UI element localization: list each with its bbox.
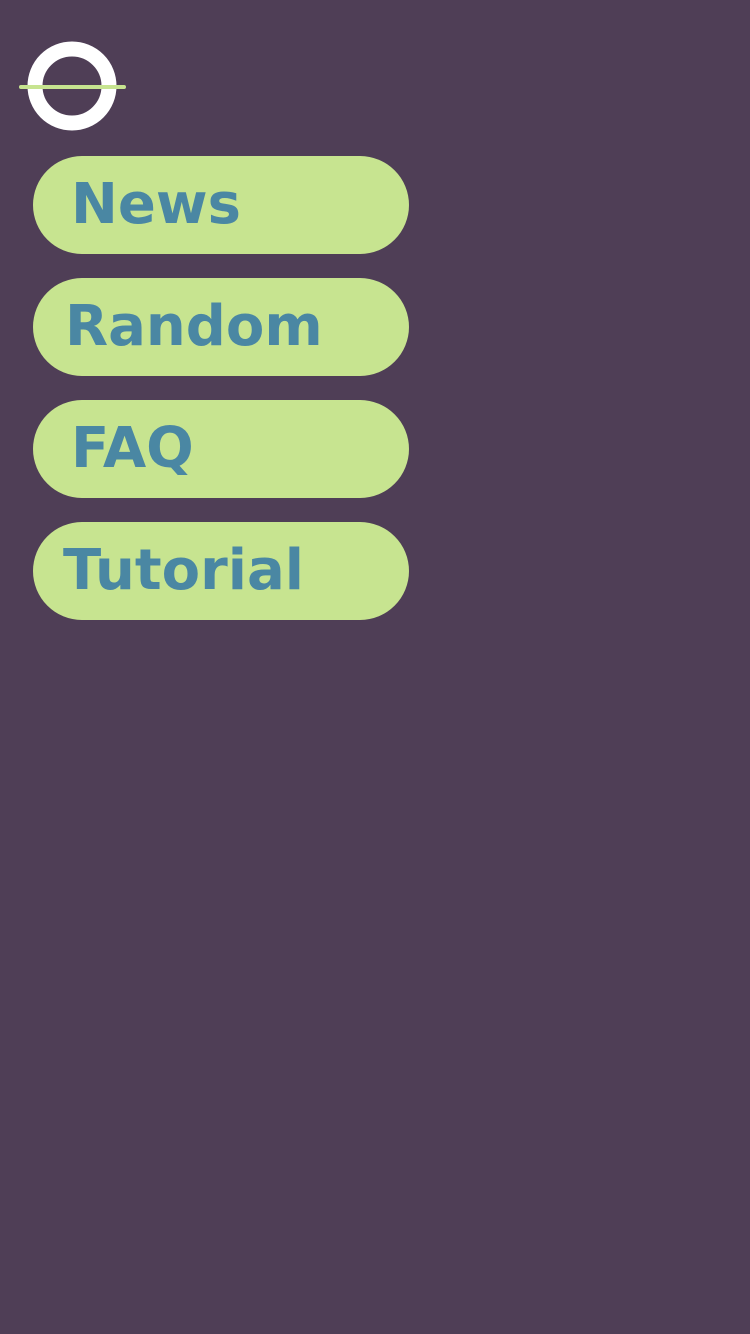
faq-button[interactable]: FAQ <box>33 400 409 498</box>
tutorial-button[interactable]: Tutorial <box>33 522 409 620</box>
news-button[interactable]: News <box>33 156 409 254</box>
app-logo[interactable] <box>18 40 128 134</box>
main-menu: News Random FAQ Tutorial <box>33 156 409 644</box>
logo-icon <box>19 41 126 131</box>
random-button[interactable]: Random <box>33 278 409 376</box>
